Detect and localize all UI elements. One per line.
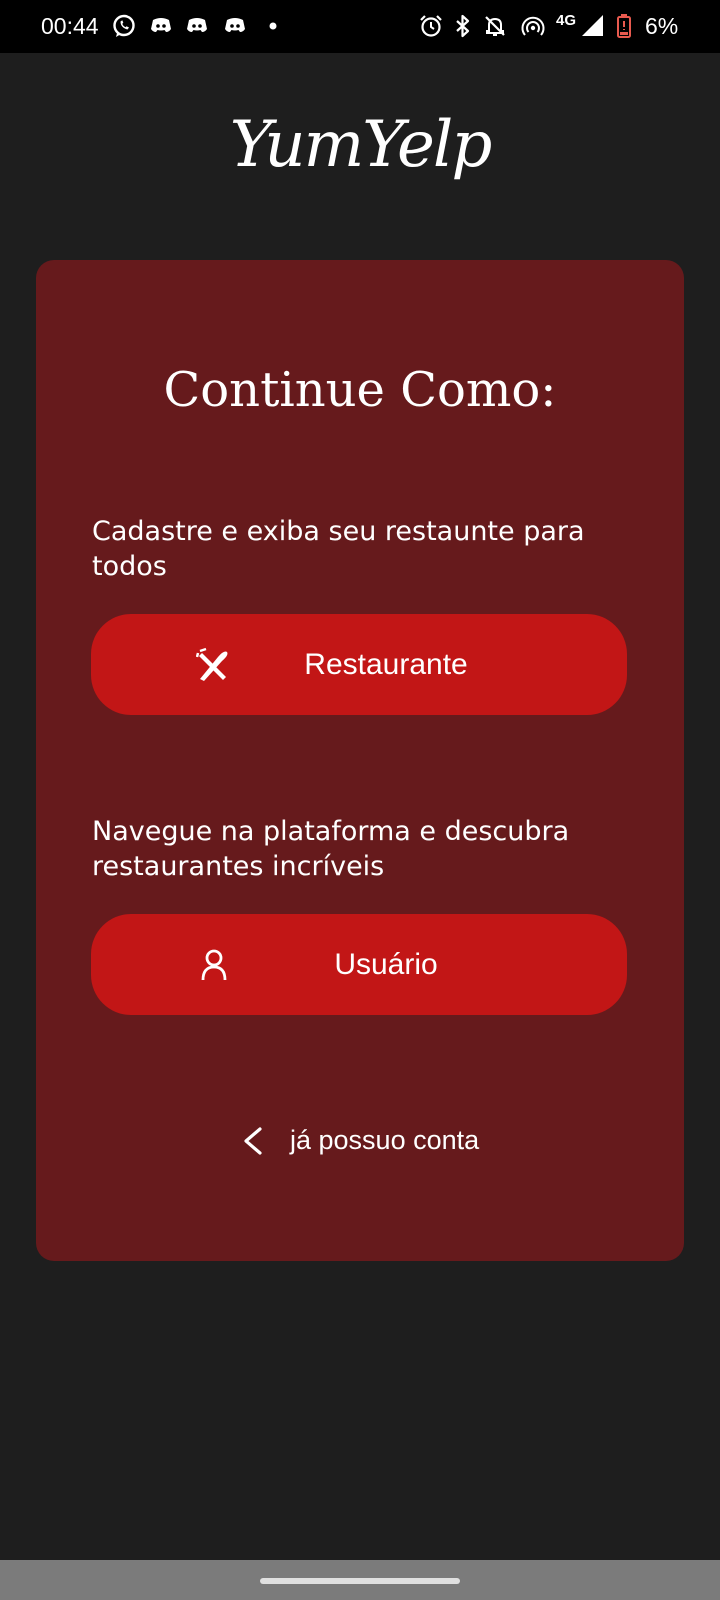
bluetooth-icon bbox=[456, 14, 470, 38]
signal-icon bbox=[582, 15, 603, 36]
restaurant-description: Cadastre e exiba seu restaunte para todo… bbox=[92, 516, 585, 582]
user-button-label: Usuário bbox=[334, 948, 438, 981]
notifications-off-icon bbox=[485, 16, 505, 36]
page-title: Continue Como: bbox=[163, 362, 557, 418]
user-description: Navegue na plataforma e descubra restaur… bbox=[92, 816, 570, 882]
discord-icon bbox=[151, 18, 171, 32]
discord-icon bbox=[225, 18, 245, 32]
restaurant-button-label: Restaurante bbox=[304, 648, 468, 681]
discord-icon bbox=[187, 18, 207, 32]
battery-low-icon bbox=[617, 14, 631, 38]
home-gesture-handle[interactable] bbox=[260, 1578, 460, 1584]
restaurant-button[interactable]: Restaurante bbox=[91, 614, 627, 715]
user-button[interactable]: Usuário bbox=[91, 914, 627, 1015]
utensils-icon bbox=[196, 647, 228, 681]
navigation-bar bbox=[0, 1560, 720, 1600]
chevron-left-icon bbox=[244, 1127, 262, 1155]
hotspot-icon bbox=[521, 16, 545, 36]
battery-percentage: 6% bbox=[645, 13, 679, 39]
whatsapp-icon bbox=[113, 14, 135, 37]
login-link-label: já possuo conta bbox=[290, 1125, 480, 1155]
dot-icon bbox=[269, 22, 277, 30]
app-logo: YumYelp bbox=[229, 108, 493, 182]
alarm-icon bbox=[420, 15, 442, 37]
login-link[interactable]: já possuo conta bbox=[240, 1116, 490, 1164]
network-type: 4G bbox=[556, 12, 577, 29]
account-type-card: Continue Como: Cadastre e exiba seu rest… bbox=[36, 260, 684, 1261]
status-time: 00:44 bbox=[41, 13, 99, 39]
user-icon bbox=[201, 949, 227, 981]
status-bar: 00:44 4G 6% bbox=[0, 0, 720, 53]
